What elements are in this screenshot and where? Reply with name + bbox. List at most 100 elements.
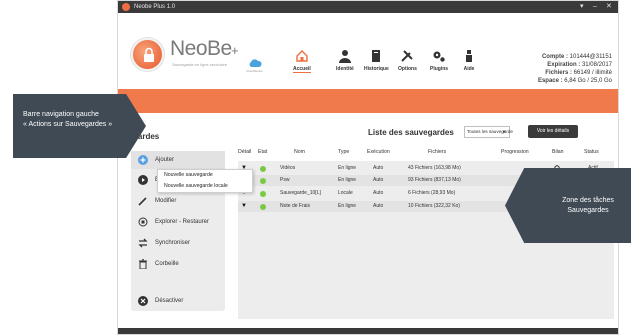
nav-plugins-label: Plugins bbox=[430, 66, 449, 72]
nav-accueil-label: Accueil bbox=[293, 66, 311, 73]
sidebar-item-ajouter[interactable]: Ajouter bbox=[131, 151, 225, 169]
nav-accueil[interactable]: Accueil bbox=[293, 49, 311, 73]
neobe-logo-icon bbox=[131, 38, 164, 71]
callout-right-line1: Zone des tâches bbox=[562, 197, 614, 204]
window-title: Neobe Plus 1.0 bbox=[134, 4, 176, 10]
nav-options[interactable]: Options bbox=[398, 49, 417, 72]
brand-plus: + bbox=[231, 43, 239, 58]
close-button[interactable]: ✕ bbox=[606, 1, 612, 13]
sidebar-item-label: Modifier bbox=[155, 198, 177, 204]
add-backup-submenu: Nouvelle sauvegarde Nouvelle sauvegarde … bbox=[157, 169, 253, 193]
row-type: En ligne bbox=[338, 203, 357, 209]
compte-value: 101444@31151 bbox=[569, 54, 612, 60]
col-type: Type bbox=[338, 149, 350, 155]
backup-filter-value: Toutes les sauvegarde bbox=[467, 129, 513, 134]
tools-icon bbox=[401, 50, 414, 62]
row-files: 93 Fichiers (837,13 Mo) bbox=[408, 177, 461, 183]
table-header: Détail Etat Nom Type Exécution Fichiers … bbox=[238, 149, 614, 159]
col-progression: Progression bbox=[501, 149, 529, 155]
sync-icon bbox=[138, 238, 148, 248]
col-execution: Exécution bbox=[367, 149, 390, 155]
minimize-dropdown-icon[interactable]: ▾ bbox=[580, 1, 584, 13]
expiration-value: 31/08/2017 bbox=[581, 62, 612, 68]
row-type: Locale bbox=[338, 190, 353, 196]
row-type: En ligne bbox=[338, 165, 357, 171]
status-ok-icon bbox=[260, 204, 266, 210]
row-exec: Auto bbox=[373, 177, 384, 183]
play-icon bbox=[138, 175, 148, 185]
nav-historique[interactable]: Historique bbox=[364, 49, 389, 72]
row-name: Sauvegarde_10[L] bbox=[280, 190, 321, 196]
brand-name: NeoBe bbox=[170, 37, 232, 60]
cloud-icon bbox=[249, 59, 262, 67]
expand-arrow-icon[interactable]: ▼ bbox=[241, 201, 247, 212]
status-ok-icon bbox=[260, 191, 266, 197]
gears-icon bbox=[433, 51, 445, 62]
home-icon bbox=[296, 50, 308, 62]
help-icon bbox=[466, 50, 472, 62]
espace-label: Espace : bbox=[537, 78, 563, 84]
backup-filter-select[interactable]: Toutes les sauvegarde ▼ bbox=[464, 126, 513, 138]
callout-left-sidebar: Barre navigation gauche « Actions sur Sa… bbox=[13, 94, 146, 158]
row-files: 6 Fichiers (28,93 Mo) bbox=[408, 190, 456, 196]
sidebar-item-label: Ajouter bbox=[155, 157, 175, 163]
col-detail: Détail bbox=[238, 149, 252, 155]
compte-label: Compte : bbox=[541, 54, 568, 60]
nav-plugins[interactable]: Plugins bbox=[430, 49, 448, 72]
sidebar-item-explorer-restaurer[interactable]: Explorer - Restaurer bbox=[131, 213, 225, 231]
sidebar-actions: gardes Ajouter Ex Modifier Explorer - Re… bbox=[131, 123, 225, 323]
sidebar-item-label: Corbeille bbox=[155, 261, 179, 267]
status-ok-icon bbox=[260, 178, 266, 184]
deactivate-label: Désactiver bbox=[155, 298, 184, 304]
row-name: Note de Frais bbox=[280, 203, 311, 209]
callout-right-tasks: Zone des tâches Sauvegardes bbox=[505, 168, 631, 243]
nav-aide-label: Aide bbox=[463, 66, 475, 72]
row-exec: Auto bbox=[373, 190, 384, 196]
window-titlebar: Neobe Plus 1.0 ▾ – ✕ bbox=[118, 1, 618, 13]
nav-aide[interactable]: Aide bbox=[462, 49, 476, 72]
col-status: Status bbox=[584, 149, 599, 155]
nav-identite[interactable]: Identité bbox=[336, 49, 354, 72]
sidebar-item-label: Explorer - Restaurer bbox=[155, 219, 210, 225]
nav-historique-label: Historique bbox=[364, 66, 389, 72]
app-statusbar bbox=[118, 328, 618, 334]
row-type: En ligne bbox=[338, 177, 357, 183]
fichiers-label: Fichiers : bbox=[545, 70, 572, 76]
row-files: 43 Fichiers (163,98 Mo) bbox=[408, 165, 461, 171]
status-ok-icon bbox=[260, 166, 266, 172]
accent-banner bbox=[118, 89, 618, 113]
expiration-label: Expiration : bbox=[547, 62, 581, 68]
menu-item-new-local-backup[interactable]: Nouvelle sauvegarde locale bbox=[158, 181, 252, 192]
history-icon bbox=[372, 50, 381, 62]
deactivate-button[interactable]: Désactiver bbox=[131, 291, 225, 311]
view-details-button[interactable]: Voir les détails bbox=[528, 125, 578, 138]
callout-left-line1: Barre navigation gauche bbox=[23, 111, 99, 118]
fichiers-value: 66149 / illimité bbox=[573, 70, 612, 76]
sidebar-item-modifier[interactable]: Modifier bbox=[131, 192, 225, 210]
col-etat: Etat bbox=[258, 149, 268, 155]
sidebar-item-label: Synchroniser bbox=[155, 240, 191, 246]
row-exec: Auto bbox=[373, 165, 384, 171]
col-fichiers: Fichiers bbox=[428, 149, 447, 155]
nav-options-label: Options bbox=[398, 66, 417, 72]
edit-icon bbox=[138, 197, 147, 206]
app-header: NeoBe + Sauvegarde en ligne sécurisée Cl… bbox=[118, 13, 618, 89]
user-icon bbox=[338, 50, 351, 63]
add-icon bbox=[138, 155, 148, 165]
sidebar-item-corbeille[interactable]: Corbeille bbox=[131, 255, 225, 273]
col-bilan: Bilan bbox=[552, 149, 564, 155]
callout-left-line2: « Actions sur Sauvegardes » bbox=[23, 121, 113, 128]
callout-right-line2: Sauvegardes bbox=[567, 207, 609, 214]
restore-icon bbox=[138, 217, 148, 227]
brand-tagline: Sauvegarde en ligne sécurisée bbox=[172, 62, 227, 67]
espace-value: 6,84 Go / 25,0 Go bbox=[564, 78, 612, 84]
screenshot-stage: Neobe Plus 1.0 ▾ – ✕ NeoBe + Sauvegarde … bbox=[0, 0, 631, 335]
neobe-app-window: Neobe Plus 1.0 ▾ – ✕ NeoBe + Sauvegarde … bbox=[117, 0, 619, 335]
sidebar-item-synchroniser[interactable]: Synchroniser bbox=[131, 234, 225, 252]
minimize-button[interactable]: – bbox=[593, 1, 597, 13]
app-logo-icon bbox=[122, 3, 130, 11]
row-name: Psw bbox=[280, 177, 290, 183]
cloud-label: CloudNeobe bbox=[246, 69, 263, 73]
chevron-down-icon: ▼ bbox=[502, 129, 506, 134]
menu-item-new-backup[interactable]: Nouvelle sauvegarde bbox=[158, 170, 252, 181]
